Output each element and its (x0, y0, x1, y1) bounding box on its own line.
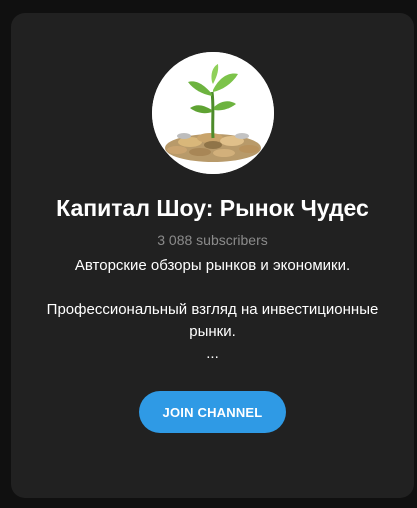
description-line: ... (206, 345, 219, 362)
description-line (33, 277, 393, 299)
channel-title: Капитал Шоу: Рынок Чудес (56, 195, 369, 221)
join-channel-button[interactable]: JOIN CHANNEL (139, 391, 286, 433)
description-line: Профессиональный взгляд на инвестиционны… (46, 301, 379, 340)
description-line: Авторские обзоры рынков и экономики. (74, 257, 351, 274)
subscriber-count: 3 088 subscribers (157, 232, 268, 248)
channel-description: Авторские обзоры рынков и экономики. Про… (33, 255, 393, 365)
channel-avatar (151, 52, 274, 174)
channel-preview-card: Капитал Шоу: Рынок Чудес 3 088 subscribe… (11, 13, 414, 498)
plant-on-coins-icon (151, 52, 274, 174)
